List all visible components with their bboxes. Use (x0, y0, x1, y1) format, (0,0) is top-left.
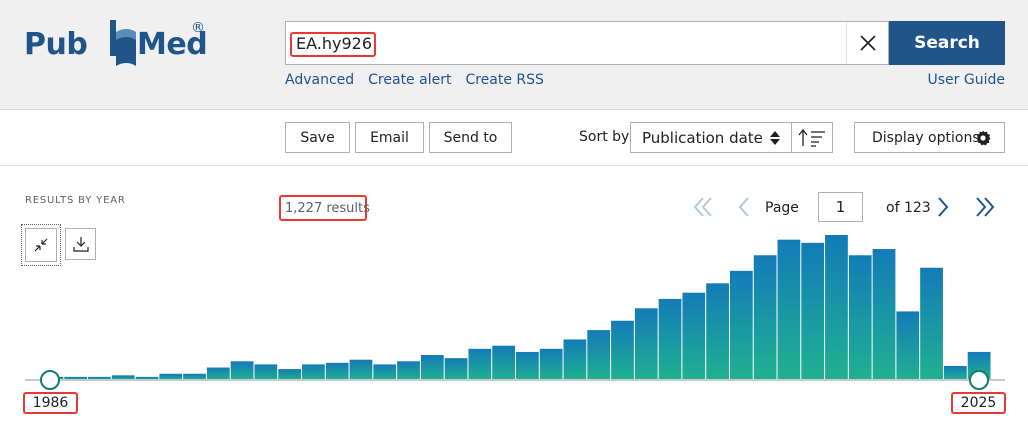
logo-prefix: Pub (24, 27, 88, 62)
page-number-input[interactable] (818, 192, 863, 222)
search-box (285, 21, 889, 65)
year-bar-2011[interactable] (634, 308, 658, 380)
clear-icon (860, 35, 876, 51)
end-year-label: 2025 (951, 392, 1006, 414)
year-bar-1998[interactable] (325, 362, 349, 380)
start-year-label: 1986 (23, 392, 78, 414)
year-bar-2022[interactable] (896, 311, 920, 380)
year-bar-2010[interactable] (611, 320, 634, 380)
clear-search-button[interactable] (846, 22, 889, 64)
registered-mark: ® (191, 20, 205, 36)
email-button[interactable]: Email (355, 122, 424, 153)
results-count: 1,227 results (285, 201, 370, 216)
year-bar-2013[interactable] (682, 292, 706, 380)
toolbar-divider (0, 165, 1028, 166)
sort-direction-icon (798, 128, 825, 147)
year-bar-2006[interactable] (516, 351, 539, 380)
search-input[interactable] (286, 22, 846, 64)
page-label: Page (765, 200, 799, 216)
year-bar-2019[interactable] (825, 235, 848, 380)
year-bar-2007[interactable] (539, 348, 563, 380)
year-bar-1999[interactable] (349, 359, 373, 380)
sort-select[interactable]: Publication date (630, 122, 792, 153)
sort-direction-button[interactable] (791, 122, 833, 153)
year-bar-2015[interactable] (729, 270, 753, 380)
next-page-icon[interactable] (935, 196, 951, 218)
year-bar-2014[interactable] (706, 283, 729, 380)
year-bar-2000[interactable] (373, 364, 397, 380)
year-bar-2008[interactable] (563, 339, 587, 380)
results-by-year-label: RESULTS BY YEAR (25, 195, 126, 206)
search-button[interactable]: Search (889, 21, 1005, 65)
display-options-label: Display options (872, 129, 980, 146)
start-year-handle[interactable] (40, 370, 60, 390)
create-alert-link[interactable]: Create alert (368, 72, 451, 88)
end-year-handle[interactable] (969, 370, 989, 390)
prev-page-icon[interactable] (736, 196, 752, 218)
pubmed-book-icon (110, 20, 136, 66)
year-bar-2002[interactable] (420, 355, 444, 380)
gear-icon (976, 130, 991, 146)
year-bar-2020[interactable] (848, 255, 872, 380)
year-bar-2024[interactable] (943, 365, 967, 380)
year-bar-2004[interactable] (468, 348, 492, 380)
sort-arrows-icon (770, 131, 780, 145)
year-bar-2012[interactable] (658, 298, 682, 380)
display-options-button[interactable]: Display options (854, 122, 1005, 153)
page-total-label: of 123 (886, 200, 931, 216)
pubmed-logo[interactable]: Pub Med ® (24, 18, 214, 66)
year-bar-2016[interactable] (753, 255, 777, 380)
results-by-year-chart (25, 235, 1005, 390)
send-to-button[interactable]: Send to (429, 122, 512, 153)
user-guide-link[interactable]: User Guide (928, 72, 1005, 88)
year-bar-1997[interactable] (302, 364, 325, 380)
sort-by-label: Sort by: (579, 129, 634, 145)
year-bar-2005[interactable] (492, 345, 515, 380)
year-bar-2021[interactable] (872, 249, 896, 380)
save-button[interactable]: Save (285, 122, 350, 153)
year-bar-2018[interactable] (801, 242, 825, 380)
last-page-icon[interactable] (974, 196, 998, 218)
first-page-icon[interactable] (692, 196, 714, 218)
year-bar-1995[interactable] (254, 364, 278, 380)
advanced-link[interactable]: Advanced (285, 72, 354, 88)
year-bar-1993[interactable] (206, 367, 230, 380)
year-bar-2017[interactable] (777, 239, 801, 380)
create-rss-link[interactable]: Create RSS (465, 72, 543, 88)
sort-value: Publication date (642, 128, 763, 147)
year-bar-2009[interactable] (587, 330, 611, 380)
year-bar-1994[interactable] (230, 361, 254, 380)
year-bar-2023[interactable] (920, 267, 943, 380)
search-sublinks: Advanced Create alert Create RSS (285, 72, 558, 88)
year-bar-2001[interactable] (397, 361, 420, 380)
year-bar-2003[interactable] (444, 358, 468, 380)
year-bar-1996[interactable] (278, 369, 302, 380)
